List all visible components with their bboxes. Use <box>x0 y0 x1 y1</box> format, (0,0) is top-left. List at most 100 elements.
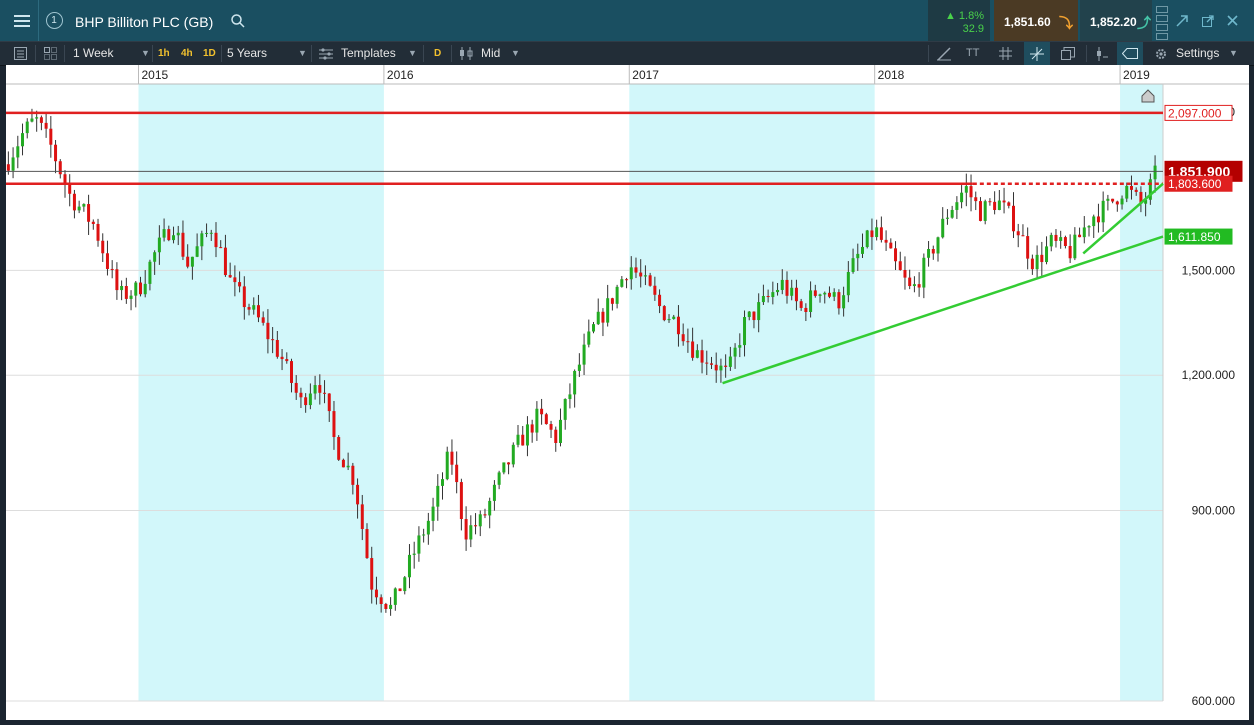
candle-down <box>379 597 383 604</box>
candle-up <box>719 365 723 371</box>
candle-down <box>766 296 770 298</box>
expand-icon[interactable] <box>1172 0 1192 41</box>
panel-icon[interactable] <box>14 42 27 65</box>
chevron-down-icon[interactable]: ▼ <box>141 42 150 65</box>
candle-down <box>889 242 893 249</box>
alert-count-icon[interactable]: 1 <box>42 0 66 41</box>
quick-interval-1d[interactable]: 1D <box>203 42 216 65</box>
candle-up <box>960 192 964 203</box>
candle-up <box>912 284 916 287</box>
interval-select[interactable]: 1 Week <box>73 42 113 65</box>
chart-toolbar: 1 Week ▼ 1h 4h 1D 5 Years ▼ Templates ▼ … <box>0 41 1254 66</box>
close-icon[interactable] <box>1222 0 1242 41</box>
candle-down <box>280 356 284 360</box>
price-tag-label: 2,097.000 <box>1168 106 1222 120</box>
candle-up <box>469 525 473 540</box>
candle-up <box>997 200 1001 211</box>
candle-down <box>1111 198 1115 202</box>
candle-down <box>1054 234 1058 241</box>
change-points: 32.9 <box>962 23 984 35</box>
candle-up <box>757 302 761 321</box>
candle-down <box>341 459 345 468</box>
candle-down <box>978 201 982 221</box>
candlestick-icon <box>459 42 475 65</box>
candle-down <box>247 307 251 310</box>
candle-up <box>134 282 138 296</box>
text-tool[interactable]: TT <box>966 42 979 65</box>
search-icon[interactable] <box>227 0 249 41</box>
candle-up <box>488 500 492 516</box>
x-tick-label: 2017 <box>632 68 659 82</box>
candle-down <box>261 317 265 323</box>
candle-down <box>544 414 548 425</box>
quick-interval-1h[interactable]: 1h <box>158 42 170 65</box>
candle-down <box>398 588 402 592</box>
draw-line-icon[interactable] <box>937 42 951 65</box>
layout-icon[interactable] <box>44 42 57 65</box>
candle-up <box>511 444 515 465</box>
grid-icon[interactable] <box>999 42 1012 65</box>
range-select[interactable]: 5 Years <box>227 42 267 65</box>
candle-up <box>417 535 421 554</box>
chevron-down-icon[interactable]: ▼ <box>408 42 417 65</box>
candle-up <box>252 305 256 310</box>
candle-down <box>356 484 360 505</box>
candle-down <box>827 292 831 297</box>
candle-up <box>922 257 926 288</box>
candle-down <box>1129 185 1133 190</box>
candle-down <box>91 221 95 224</box>
candle-up <box>875 227 879 238</box>
candle-down <box>681 334 685 342</box>
candle-down <box>549 424 553 430</box>
candle-up <box>393 588 397 605</box>
sell-button[interactable]: 1,851.60 ⤵ <box>994 0 1078 41</box>
indicator-icon[interactable] <box>1094 42 1108 65</box>
candle-down <box>676 316 680 335</box>
candle-up <box>1049 234 1053 247</box>
candle-down <box>507 462 511 465</box>
depth-toggle-icon[interactable] <box>1156 6 1168 40</box>
candle-up <box>1087 226 1091 228</box>
settings-button[interactable]: Settings <box>1176 42 1219 65</box>
candle-down <box>625 279 629 281</box>
y-tick-label: 1,500.000 <box>1182 263 1236 277</box>
candle-down <box>96 223 100 241</box>
chevron-down-icon[interactable]: ▼ <box>511 42 520 65</box>
quick-interval-4h[interactable]: 4h <box>181 42 193 65</box>
label-tag-icon[interactable] <box>1117 42 1143 65</box>
gear-icon[interactable] <box>1154 42 1168 65</box>
candle-up <box>35 117 39 119</box>
copy-icon[interactable] <box>1061 42 1075 65</box>
candle-up <box>728 356 732 367</box>
popout-icon[interactable] <box>1198 0 1218 41</box>
candle-down <box>969 186 973 198</box>
candle-down <box>1016 231 1020 236</box>
candle-up <box>1059 237 1063 241</box>
price-chart[interactable]: 20152016201720182019 2,100.0001,500.0001… <box>6 65 1249 720</box>
candle-down <box>1068 246 1072 259</box>
candle-down <box>691 341 695 358</box>
candle-up <box>205 232 209 234</box>
chart-canvas[interactable]: 20152016201720182019 2,100.0001,500.0001… <box>6 65 1249 720</box>
candle-down <box>384 603 388 609</box>
price-type-select[interactable]: Mid <box>481 42 500 65</box>
x-tick-label: 2016 <box>387 68 414 82</box>
year-shade-band <box>138 84 384 701</box>
crosshair-icon[interactable] <box>1024 42 1050 65</box>
d-badge[interactable]: D <box>434 42 441 65</box>
candle-down <box>459 482 463 520</box>
candle-down <box>374 589 378 598</box>
menu-icon[interactable] <box>6 0 39 41</box>
candle-down <box>653 285 657 295</box>
candle-up <box>497 472 501 485</box>
down-arrow-icon: ⤵ <box>1059 15 1073 31</box>
chevron-down-icon[interactable]: ▼ <box>298 42 307 65</box>
templates-button[interactable]: Templates <box>341 42 396 65</box>
candle-down <box>186 256 190 267</box>
candle-down <box>304 397 308 406</box>
buy-button[interactable]: 1,852.20 ⤴ <box>1080 0 1152 41</box>
buy-price: 1,852.20 <box>1090 15 1137 29</box>
chevron-down-icon[interactable]: ▼ <box>1229 42 1238 65</box>
candle-down <box>530 424 534 433</box>
candle-down <box>105 253 109 269</box>
